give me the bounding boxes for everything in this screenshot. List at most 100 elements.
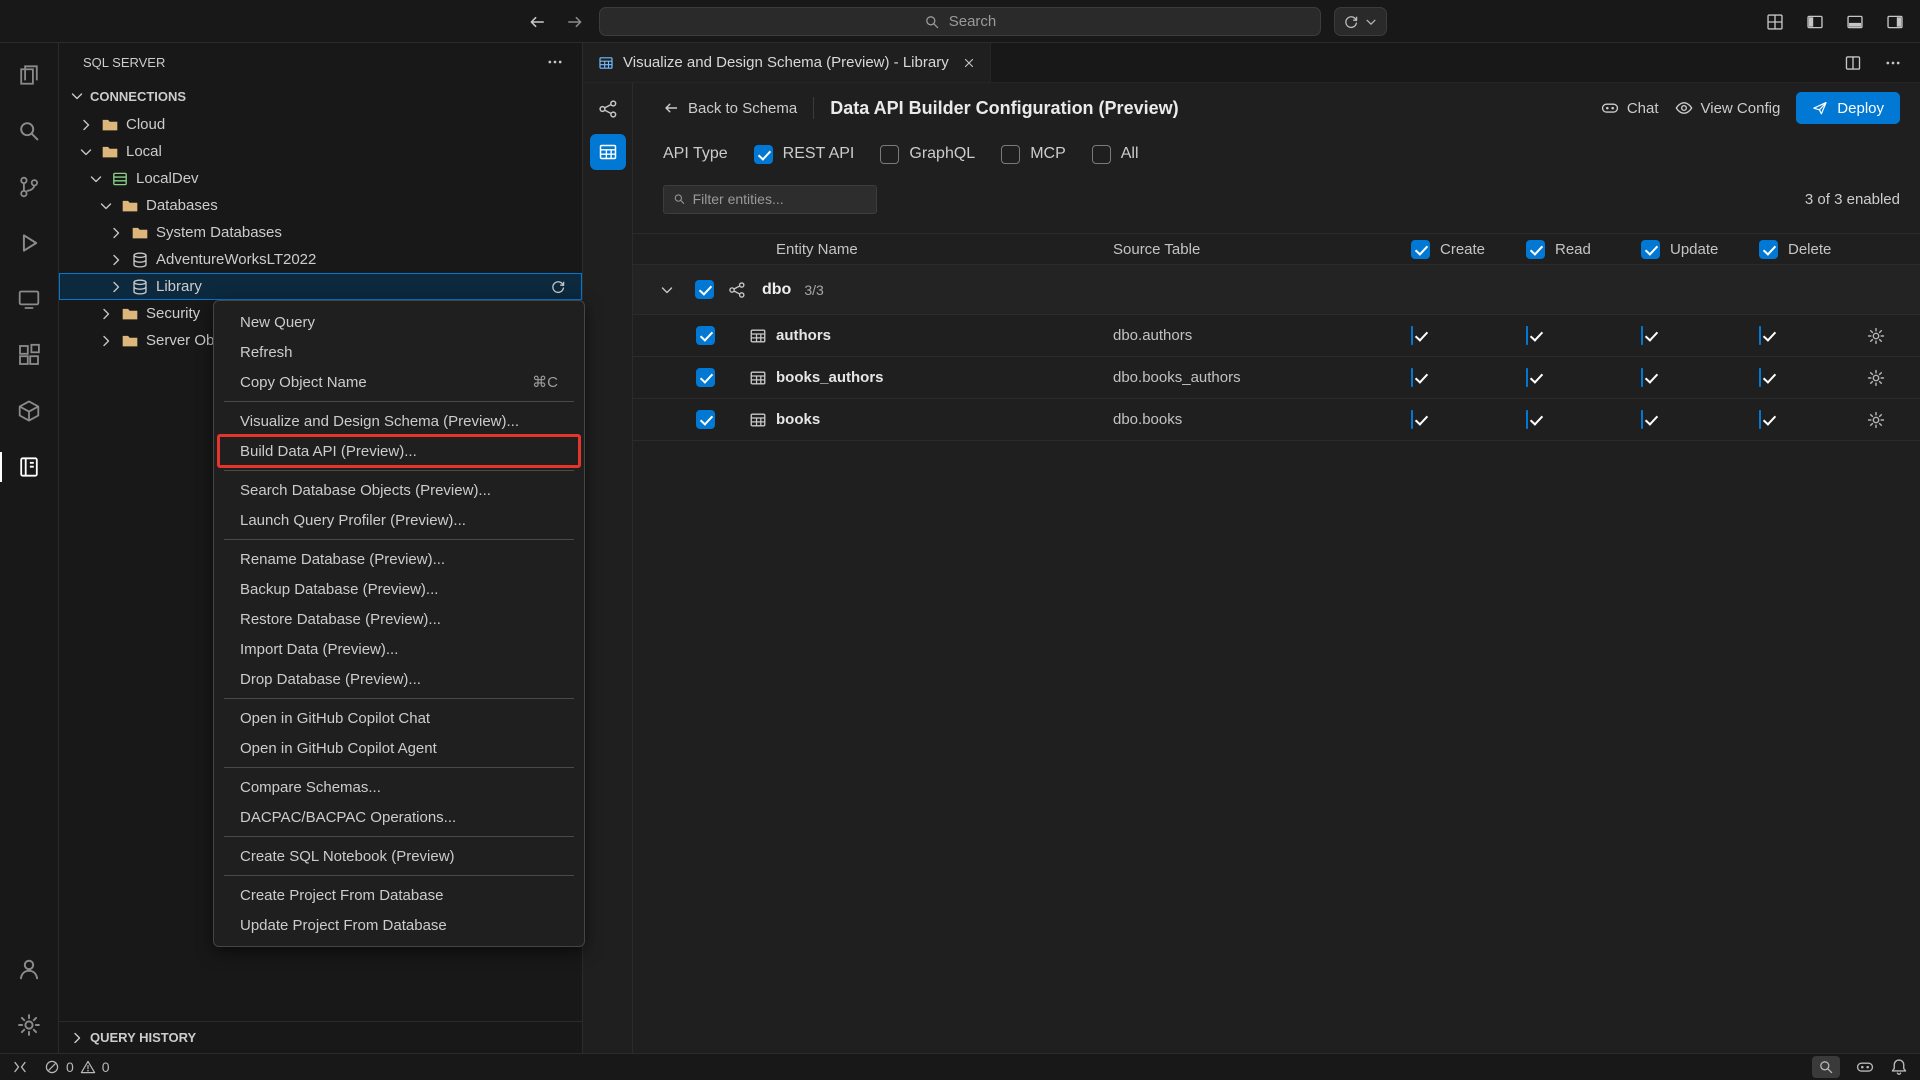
chevron-down-icon[interactable]: [78, 144, 94, 160]
view-config-button[interactable]: View Config: [1675, 99, 1781, 117]
row-settings-gear-icon[interactable]: [1863, 327, 1885, 345]
menu-item-compare-schemas[interactable]: Compare Schemas...: [214, 772, 584, 802]
tree-item-cloud[interactable]: Cloud: [59, 111, 582, 138]
tab-visualize-design-schema[interactable]: Visualize and Design Schema (Preview) - …: [584, 43, 991, 82]
menu-item-refresh[interactable]: Refresh: [214, 337, 584, 367]
zoom-indicator[interactable]: [1812, 1056, 1840, 1078]
refresh-icon[interactable]: [550, 279, 566, 295]
tree-item-databases[interactable]: Databases: [59, 192, 582, 219]
menu-item-open-copilot-chat[interactable]: Open in GitHub Copilot Chat: [214, 703, 584, 733]
read-checkbox[interactable]: [1526, 326, 1528, 345]
menu-item-create-sql-notebook[interactable]: Create SQL Notebook (Preview): [214, 841, 584, 871]
checkbox[interactable]: [696, 410, 715, 429]
remote-indicator[interactable]: [12, 1059, 28, 1075]
activitybar-source-control[interactable]: [0, 159, 59, 215]
read-checkbox[interactable]: [1526, 368, 1528, 387]
chevron-right-icon[interactable]: [108, 225, 124, 241]
activitybar-remote-explorer[interactable]: [0, 271, 59, 327]
back-to-schema-link[interactable]: Back to Schema: [663, 100, 797, 117]
split-editor-icon[interactable]: [1844, 54, 1862, 72]
delete-checkbox[interactable]: [1759, 410, 1761, 429]
chevron-down-icon[interactable]: [659, 282, 675, 298]
notifications-bell[interactable]: [1890, 1058, 1908, 1076]
checkbox[interactable]: [1092, 145, 1111, 164]
activitybar-accounts[interactable]: [0, 941, 59, 997]
api-option-mcp[interactable]: MCP: [1001, 145, 1066, 164]
checkbox[interactable]: [1526, 240, 1545, 259]
table-row-authors[interactable]: authors dbo.authors: [633, 315, 1920, 357]
toggle-panel-icon[interactable]: [1846, 13, 1864, 31]
read-checkbox[interactable]: [1526, 410, 1528, 429]
tree-item-localdev[interactable]: LocalDev: [59, 165, 582, 192]
nav-forward-icon[interactable]: [566, 13, 584, 31]
delete-checkbox[interactable]: [1759, 368, 1761, 387]
query-history-section-header[interactable]: QUERY HISTORY: [59, 1021, 582, 1053]
chevron-right-icon[interactable]: [98, 306, 114, 322]
table-row-books[interactable]: books dbo.books: [633, 399, 1920, 441]
checkbox[interactable]: [754, 145, 773, 164]
tree-item-adventureworkslt2022[interactable]: AdventureWorksLT2022: [59, 246, 582, 273]
chevron-right-icon[interactable]: [108, 279, 124, 295]
menu-item-launch-query-profiler[interactable]: Launch Query Profiler (Preview)...: [214, 505, 584, 535]
checkbox[interactable]: [1641, 240, 1660, 259]
checkbox[interactable]: [695, 280, 714, 299]
table-row-books-authors[interactable]: books_authors dbo.books_authors: [633, 357, 1920, 399]
activitybar-explorer[interactable]: [0, 47, 59, 103]
menu-item-import-data[interactable]: Import Data (Preview)...: [214, 634, 584, 664]
copilot-menu-button[interactable]: [1334, 7, 1387, 36]
copilot-status[interactable]: [1856, 1058, 1874, 1076]
schema-group-row-dbo[interactable]: dbo 3/3: [633, 265, 1920, 315]
checkbox[interactable]: [696, 368, 715, 387]
menu-item-open-copilot-agent[interactable]: Open in GitHub Copilot Agent: [214, 733, 584, 763]
api-option-graphql[interactable]: GraphQL: [880, 145, 975, 164]
row-settings-gear-icon[interactable]: [1863, 411, 1885, 429]
deploy-button[interactable]: Deploy: [1796, 92, 1900, 124]
menu-item-search-database-objects[interactable]: Search Database Objects (Preview)...: [214, 475, 584, 505]
activitybar-extensions[interactable]: [0, 327, 59, 383]
create-checkbox[interactable]: [1411, 326, 1413, 345]
activitybar-sql-server[interactable]: [0, 439, 59, 495]
checkbox[interactable]: [880, 145, 899, 164]
more-actions-icon[interactable]: [546, 53, 564, 71]
tree-item-system-databases[interactable]: System Databases: [59, 219, 582, 246]
menu-item-dacpac-bacpac[interactable]: DACPAC/BACPAC Operations...: [214, 802, 584, 832]
menu-item-update-project-from-database[interactable]: Update Project From Database: [214, 910, 584, 940]
delete-checkbox[interactable]: [1759, 326, 1761, 345]
connections-section-header[interactable]: CONNECTIONS: [59, 81, 582, 111]
customize-layout-icon[interactable]: [1766, 13, 1784, 31]
toggle-primary-sidebar-icon[interactable]: [1806, 13, 1824, 31]
row-settings-gear-icon[interactable]: [1863, 369, 1885, 387]
chevron-down-icon[interactable]: [98, 198, 114, 214]
checkbox[interactable]: [1411, 240, 1430, 259]
nav-back-icon[interactable]: [528, 13, 546, 31]
checkbox[interactable]: [1759, 240, 1778, 259]
activitybar-search[interactable]: [0, 103, 59, 159]
menu-item-backup-database[interactable]: Backup Database (Preview)...: [214, 574, 584, 604]
chevron-right-icon[interactable]: [98, 333, 114, 349]
data-api-builder-button[interactable]: [590, 134, 626, 170]
problems-indicator[interactable]: 0 0: [44, 1059, 110, 1075]
toggle-secondary-sidebar-icon[interactable]: [1886, 13, 1904, 31]
api-option-rest[interactable]: REST API: [754, 145, 855, 164]
update-checkbox[interactable]: [1641, 368, 1643, 387]
update-checkbox[interactable]: [1641, 410, 1643, 429]
chat-button[interactable]: Chat: [1601, 99, 1659, 117]
create-checkbox[interactable]: [1411, 368, 1413, 387]
activitybar-settings[interactable]: [0, 997, 59, 1053]
menu-item-create-project-from-database[interactable]: Create Project From Database: [214, 880, 584, 910]
filter-entities-input-wrap[interactable]: [663, 185, 877, 214]
update-checkbox[interactable]: [1641, 326, 1643, 345]
create-checkbox[interactable]: [1411, 410, 1413, 429]
more-actions-icon[interactable]: [1884, 54, 1902, 72]
chevron-down-icon[interactable]: [88, 171, 104, 187]
filter-entities-input[interactable]: [693, 191, 867, 207]
menu-item-new-query[interactable]: New Query: [214, 307, 584, 337]
checkbox[interactable]: [696, 326, 715, 345]
chevron-right-icon[interactable]: [108, 252, 124, 268]
menu-item-restore-database[interactable]: Restore Database (Preview)...: [214, 604, 584, 634]
close-icon[interactable]: [962, 56, 976, 70]
menu-item-build-data-api[interactable]: Build Data API (Preview)...: [214, 436, 584, 466]
search-command-center[interactable]: Search: [599, 7, 1321, 36]
schema-diagram-button[interactable]: [590, 91, 626, 127]
checkbox[interactable]: [1001, 145, 1020, 164]
